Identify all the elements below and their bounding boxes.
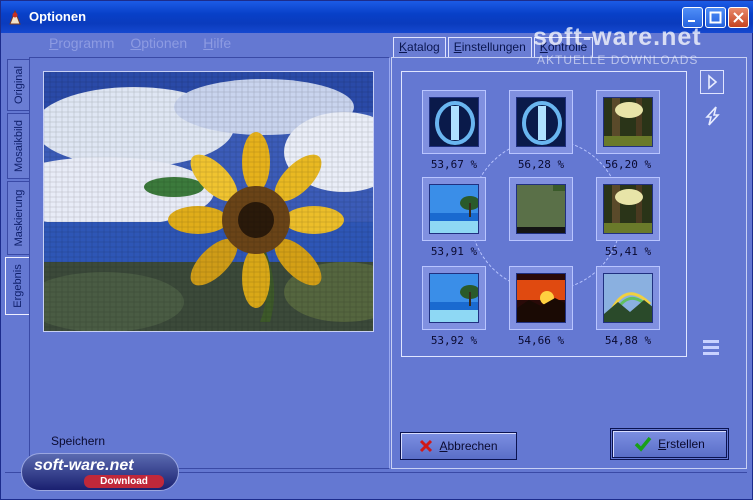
tab-original[interactable]: Original	[7, 59, 29, 111]
tile-image-tropical-island	[429, 184, 479, 234]
candidate-tile[interactable]	[596, 90, 660, 154]
watermark-tagline: AKTUELLE DOWNLOADS	[537, 53, 699, 67]
tile-image-tropical-island	[429, 273, 479, 323]
create-button[interactable]: Erstellen	[610, 428, 729, 460]
tile-image-sunset	[516, 273, 566, 323]
tile-image-rainbow	[603, 273, 653, 323]
tile-percent: 54,88 %	[604, 334, 652, 347]
window-title: Optionen	[29, 9, 87, 24]
cancel-button[interactable]: Abbrechen	[400, 432, 517, 460]
watermark-site: soft-ware.net	[533, 23, 702, 51]
candidate-tile[interactable]	[422, 177, 486, 241]
tile-image-blue-tunnel	[516, 97, 566, 147]
cancel-label: Abbrechen	[439, 439, 498, 453]
pointer-icon	[705, 106, 720, 126]
checkmark-icon	[634, 436, 652, 452]
candidate-tile[interactable]	[422, 266, 486, 330]
candidate-tile[interactable]	[509, 266, 573, 330]
tile-percent: 54,66 %	[517, 334, 565, 347]
menu-optionen[interactable]: Optionen	[130, 35, 187, 53]
tab-einstellungen[interactable]: Einstellungen	[447, 37, 532, 57]
list-button[interactable]	[700, 336, 724, 360]
cross-icon	[420, 439, 433, 453]
create-label: Erstellen	[658, 437, 705, 451]
mosaic-result-image	[43, 71, 374, 332]
app-icon	[9, 9, 21, 25]
tile-percent: 56,20 %	[604, 158, 652, 171]
menu-programm[interactable]: Programm	[49, 35, 114, 53]
tab-ergebnis[interactable]: Ergebnis	[5, 257, 29, 315]
tile-percent: 53,92 %	[430, 334, 478, 347]
tile-image-blue-tunnel	[429, 97, 479, 147]
menu-hilfe[interactable]: Hilfe	[203, 35, 231, 53]
tile-percent: 53,67 %	[430, 158, 478, 171]
save-label[interactable]: Speichern	[51, 434, 105, 448]
target-tile	[509, 177, 573, 241]
tile-percent: 53,91 %	[430, 245, 478, 258]
maximize-icon	[709, 11, 722, 24]
tile-percent: 56,28 %	[517, 158, 565, 171]
options-window: Optionen Programm Optionen Hilfe Origina…	[0, 0, 753, 500]
watermark-badge: soft-ware.net Download	[21, 453, 179, 491]
candidate-tile[interactable]	[509, 90, 573, 154]
play-icon	[708, 74, 718, 90]
tile-image-forest	[603, 184, 653, 234]
candidate-tile[interactable]	[596, 177, 660, 241]
pointer-button[interactable]	[702, 105, 726, 129]
play-button[interactable]	[700, 70, 724, 94]
close-icon	[733, 12, 744, 23]
menu-bar: Programm Optionen Hilfe	[49, 35, 231, 53]
tab-mosaikbild[interactable]: Mosaikbild	[7, 113, 29, 179]
list-icon	[703, 340, 719, 355]
tab-maskierung[interactable]: Maskierung	[7, 181, 29, 255]
maximize-button[interactable]	[705, 7, 726, 28]
watermark-badge-title: soft-ware.net	[34, 457, 134, 474]
tile-image-target-block	[516, 184, 566, 234]
tile-percent: 55,41 %	[604, 245, 652, 258]
candidate-tile[interactable]	[596, 266, 660, 330]
watermark-badge-sub: Download	[84, 475, 164, 488]
tab-katalog[interactable]: Katalog	[393, 37, 446, 57]
close-button[interactable]	[728, 7, 749, 28]
tile-image-forest	[603, 97, 653, 147]
candidate-tile[interactable]	[422, 90, 486, 154]
